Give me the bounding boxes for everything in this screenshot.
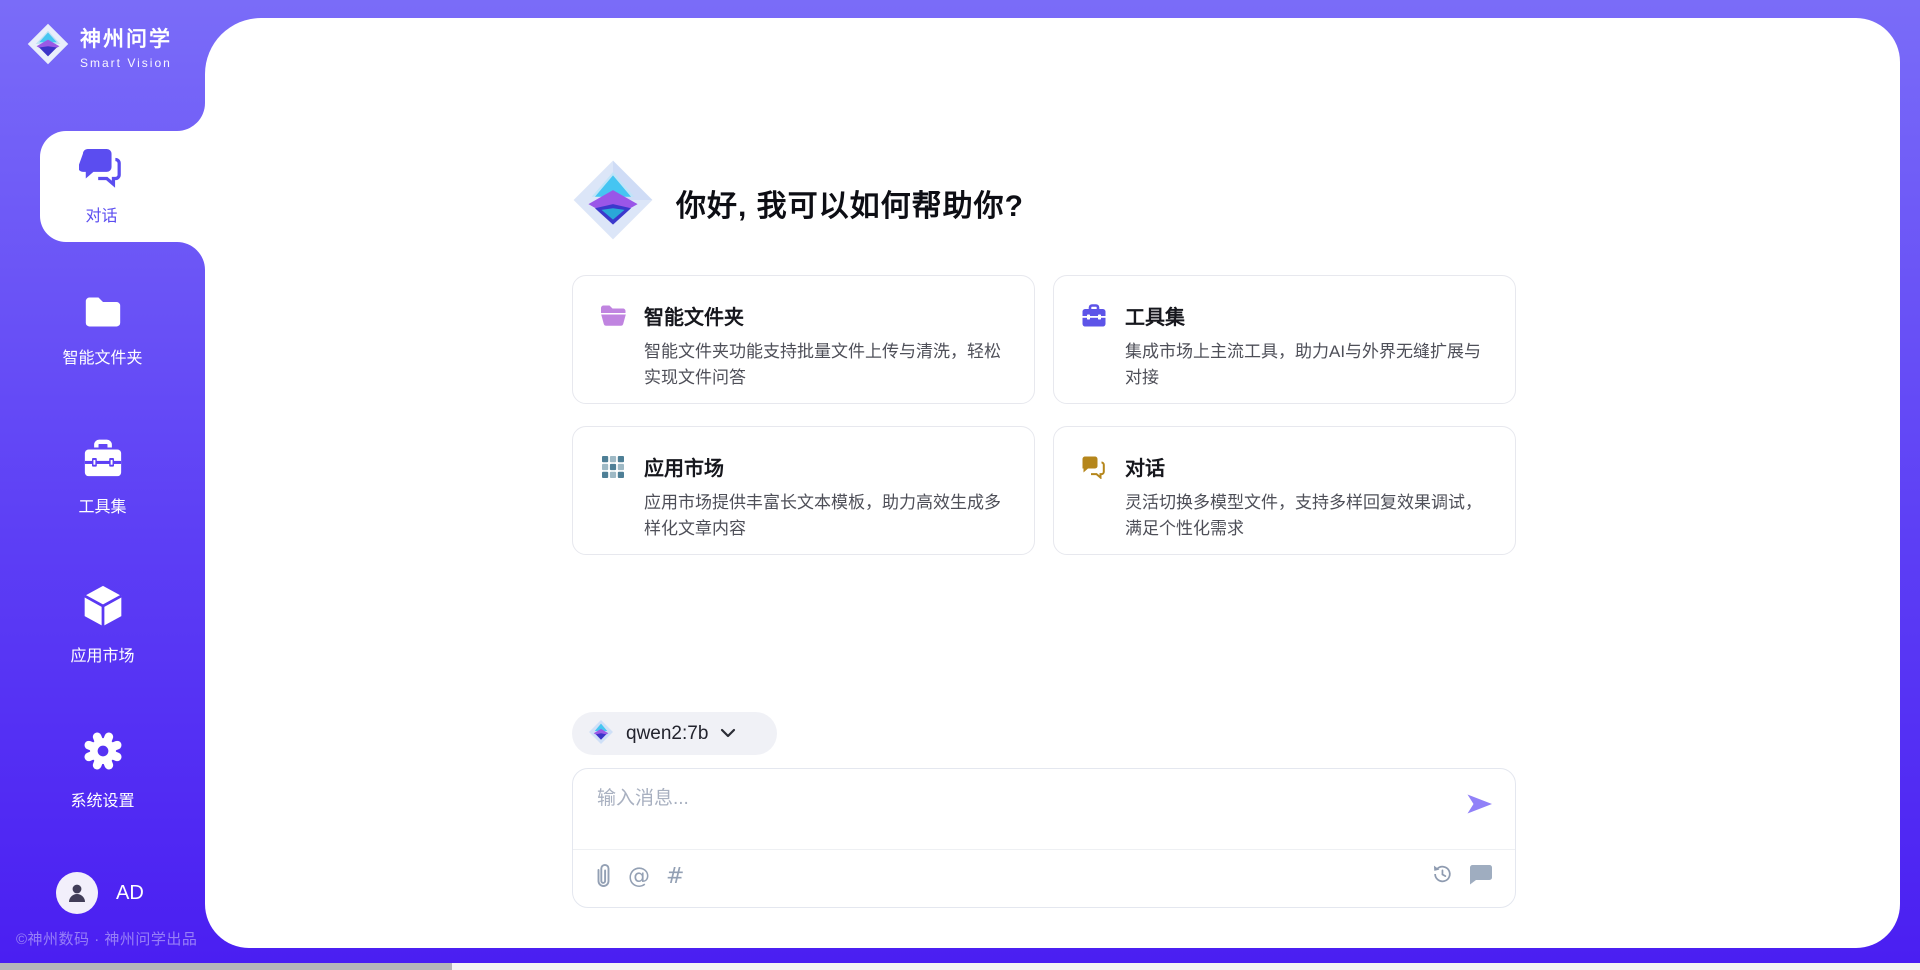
model-name: qwen2:7b <box>626 723 708 745</box>
copyright-footer: ©神州数码 · 神州问学出品 <box>16 928 197 949</box>
avatar <box>56 872 98 914</box>
logo-diamond-icon <box>572 158 654 247</box>
sidebar-item-app-market[interactable]: 应用市场 <box>0 583 205 666</box>
person-icon <box>65 881 89 905</box>
sidebar-item-label: 智能文件夹 <box>62 350 142 367</box>
feature-cards: 智能文件夹 智能文件夹功能支持批量文件上传与清洗，轻松实现文件问答 工具集 集成… <box>572 275 1516 555</box>
greeting: 你好, 我可以如何帮助你? <box>572 158 1024 247</box>
card-description: 灵活切换多模型文件，支持多样回复效果调试，满足个性化需求 <box>1125 490 1489 543</box>
scrollbar-thumb[interactable] <box>0 963 452 970</box>
horizontal-scrollbar[interactable] <box>0 963 1920 970</box>
sidebar-item-toolbox[interactable]: 工具集 <box>0 438 205 517</box>
card-title: 工具集 <box>1125 301 1185 330</box>
folder-icon <box>596 304 630 327</box>
user-initials: AD <box>116 882 144 905</box>
model-selector[interactable]: qwen2:7b <box>572 712 777 755</box>
feedback-icon[interactable] <box>1469 864 1493 885</box>
logo-diamond-icon <box>26 22 70 71</box>
hash-icon[interactable]: # <box>666 864 684 889</box>
card-title: 对话 <box>1125 452 1165 481</box>
attachment-icon[interactable] <box>595 863 612 889</box>
cube-icon <box>0 583 205 634</box>
card-smart-folder[interactable]: 智能文件夹 智能文件夹功能支持批量文件上传与清洗，轻松实现文件问答 <box>572 275 1035 404</box>
logo-diamond-icon <box>588 719 614 748</box>
composer-divider <box>573 849 1515 850</box>
sidebar-item-chat[interactable]: 对话 <box>40 131 205 242</box>
tab-fillet-top <box>177 103 205 131</box>
card-toolbox[interactable]: 工具集 集成市场上主流工具，助力AI与外界无缝扩展与对接 <box>1053 275 1516 404</box>
card-title: 应用市场 <box>644 452 724 481</box>
message-input[interactable] <box>597 783 1447 841</box>
gear-icon <box>0 728 205 779</box>
chevron-down-icon <box>720 726 736 741</box>
sidebar-item-label: 工具集 <box>78 499 126 516</box>
chat-icon <box>79 148 125 195</box>
sidebar-item-smart-folder[interactable]: 智能文件夹 <box>0 293 205 368</box>
send-icon[interactable] <box>1466 793 1493 818</box>
sidebar-item-label: 对话 <box>85 202 117 226</box>
card-app-market[interactable]: 应用市场 应用市场提供丰富长文本模板，助力高效生成多样化文章内容 <box>572 426 1035 555</box>
tab-fillet-bottom <box>177 242 205 270</box>
sidebar: 神州问学 Smart Vision 对话 智能文件夹 <box>0 0 205 970</box>
message-composer: @ # <box>572 768 1516 908</box>
brand-name: 神州问学 <box>80 23 172 53</box>
user-profile[interactable]: AD <box>56 872 144 914</box>
card-description: 集成市场上主流工具，助力AI与外界无缝扩展与对接 <box>1125 339 1489 392</box>
card-description: 智能文件夹功能支持批量文件上传与清洗，轻松实现文件问答 <box>644 339 1008 392</box>
history-icon[interactable] <box>1431 863 1453 885</box>
mention-icon[interactable]: @ <box>628 864 650 889</box>
folder-icon <box>0 293 205 336</box>
brand-logo: 神州问学 Smart Vision <box>26 22 172 71</box>
sidebar-item-label: 系统设置 <box>70 793 134 810</box>
sidebar-item-settings[interactable]: 系统设置 <box>0 728 205 811</box>
toolbox-icon <box>1077 304 1111 328</box>
chat-icon <box>1077 455 1111 479</box>
brand-subtitle: Smart Vision <box>80 56 172 70</box>
grid-icon <box>596 455 630 479</box>
toolbox-icon <box>0 438 205 485</box>
sidebar-item-label: 应用市场 <box>70 648 134 665</box>
card-title: 智能文件夹 <box>644 301 744 330</box>
card-description: 应用市场提供丰富长文本模板，助力高效生成多样化文章内容 <box>644 490 1008 543</box>
card-chat[interactable]: 对话 灵活切换多模型文件，支持多样回复效果调试，满足个性化需求 <box>1053 426 1516 555</box>
greeting-title: 你好, 我可以如何帮助你? <box>676 181 1024 225</box>
